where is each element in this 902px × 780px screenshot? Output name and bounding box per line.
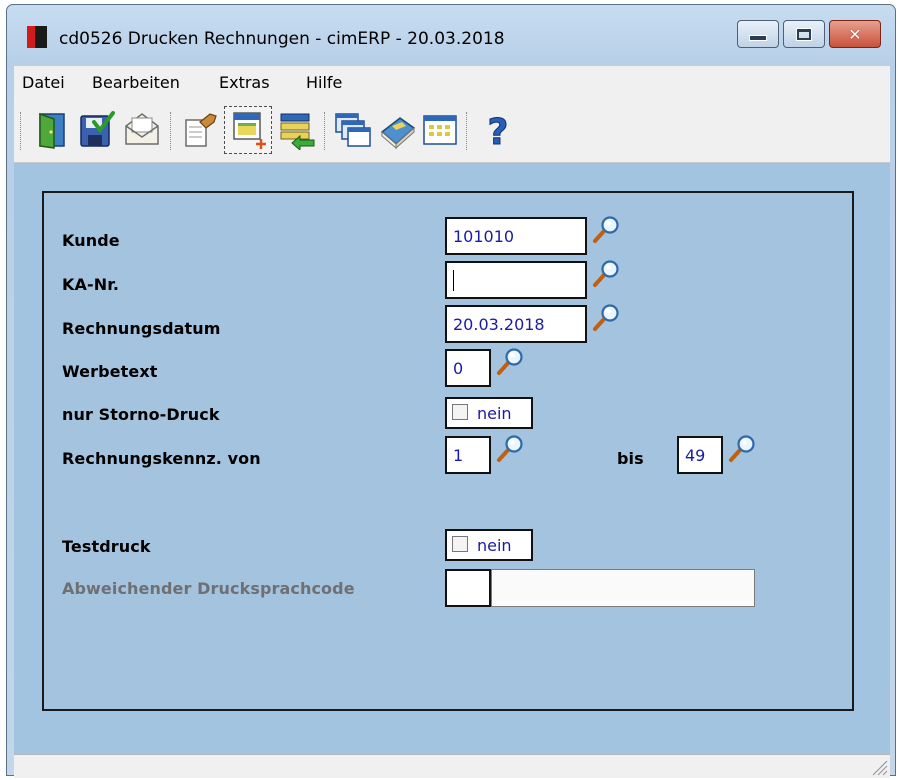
help-icon: ?	[487, 112, 509, 154]
title-bar[interactable]: cd0526 Drucken Rechnungen - cimERP - 20.…	[7, 5, 895, 67]
menu-bar: Datei Bearbeiten Extras Hilfe	[14, 66, 890, 100]
close-button[interactable]: ✕	[829, 20, 881, 48]
kunde-input[interactable]: 101010	[445, 217, 587, 255]
windows-icon	[335, 113, 371, 147]
testdruck-checkbox-label: nein	[477, 536, 512, 555]
new-calendar-icon	[233, 112, 266, 149]
windows-button[interactable]	[332, 110, 372, 150]
label-sprachcode: Abweichender Drucksprachcode	[62, 579, 355, 598]
kennz-bis-input[interactable]: 49	[677, 436, 723, 474]
minimize-button[interactable]	[737, 20, 779, 48]
window-title: cd0526 Drucken Rechnungen - cimERP - 20.…	[59, 29, 505, 49]
sprachcode-input[interactable]	[445, 569, 491, 607]
rechnungsdatum-search-icon[interactable]	[591, 303, 621, 333]
new-entry-button[interactable]	[224, 106, 272, 154]
label-kennz-von: Rechnungskennz. von	[62, 449, 261, 468]
form-panel: Kunde 101010 KA-Nr. Rechnungsdatum 20.03…	[42, 191, 854, 711]
maximize-icon	[796, 27, 812, 41]
ka-nr-search-icon[interactable]	[591, 259, 621, 289]
testdruck-checkbox-box	[452, 536, 468, 552]
label-kunde: Kunde	[62, 231, 120, 250]
exit-door-icon	[39, 112, 65, 149]
sprachcode-description	[491, 569, 755, 607]
label-werbetext: Werbetext	[62, 362, 158, 381]
grid-button[interactable]	[420, 110, 460, 150]
hand-document-icon	[185, 113, 217, 147]
testdruck-checkbox[interactable]: nein	[445, 529, 533, 561]
svg-text:?: ?	[488, 112, 509, 150]
label-kennz-bis: bis	[617, 449, 644, 468]
toolbar-separator	[324, 112, 327, 150]
transfer-button[interactable]	[276, 110, 316, 152]
label-storno: nur Storno-Druck	[62, 405, 220, 424]
grid-icon	[423, 115, 457, 145]
toolbar-separator	[466, 112, 469, 150]
help-button[interactable]: ?	[478, 110, 518, 154]
werbetext-input[interactable]: 0	[445, 349, 491, 387]
menu-datei[interactable]: Datei	[22, 73, 65, 92]
werbetext-search-icon[interactable]	[495, 347, 525, 377]
kennz-von-input[interactable]: 1	[445, 436, 491, 474]
toolbar-separator	[170, 112, 173, 150]
application-window: cd0526 Drucken Rechnungen - cimERP - 20.…	[6, 4, 896, 778]
save-button[interactable]	[76, 110, 116, 150]
rechnungsdatum-input[interactable]: 20.03.2018	[445, 305, 587, 343]
status-bar	[14, 754, 890, 778]
storno-checkbox-label: nein	[477, 404, 512, 423]
ka-nr-input[interactable]	[445, 261, 587, 299]
client-area: Datei Bearbeiten Extras Hilfe ? Kunde 10…	[14, 66, 890, 778]
kennz-bis-search-icon[interactable]	[727, 434, 757, 464]
label-testdruck: Testdruck	[62, 537, 151, 556]
mail-button[interactable]	[122, 110, 162, 150]
book-button[interactable]	[378, 110, 418, 150]
menu-extras[interactable]: Extras	[219, 73, 270, 92]
resize-grip-icon[interactable]	[870, 758, 888, 776]
toolbar-grip[interactable]	[20, 112, 23, 150]
label-ka-nr: KA-Nr.	[62, 275, 120, 294]
minimize-icon	[749, 35, 767, 41]
kennz-von-search-icon[interactable]	[495, 434, 525, 464]
maximize-button[interactable]	[783, 20, 825, 48]
text-cursor	[453, 270, 454, 291]
toolbar: ?	[14, 100, 890, 163]
envelope-icon	[125, 113, 159, 145]
menu-bearbeiten[interactable]: Bearbeiten	[92, 73, 180, 92]
kunde-search-icon[interactable]	[591, 215, 621, 245]
exit-button[interactable]	[32, 110, 72, 150]
storno-checkbox[interactable]: nein	[445, 397, 533, 429]
save-check-icon	[80, 111, 115, 147]
book-icon	[380, 117, 416, 150]
window-controls: ✕	[733, 20, 881, 48]
app-icon	[27, 26, 47, 48]
edit-button[interactable]	[180, 110, 220, 150]
menu-hilfe[interactable]: Hilfe	[306, 73, 342, 92]
storno-checkbox-box	[452, 404, 468, 420]
list-arrow-icon	[280, 113, 315, 152]
label-rechnungsdatum: Rechnungsdatum	[62, 319, 221, 338]
close-icon: ✕	[848, 24, 862, 44]
